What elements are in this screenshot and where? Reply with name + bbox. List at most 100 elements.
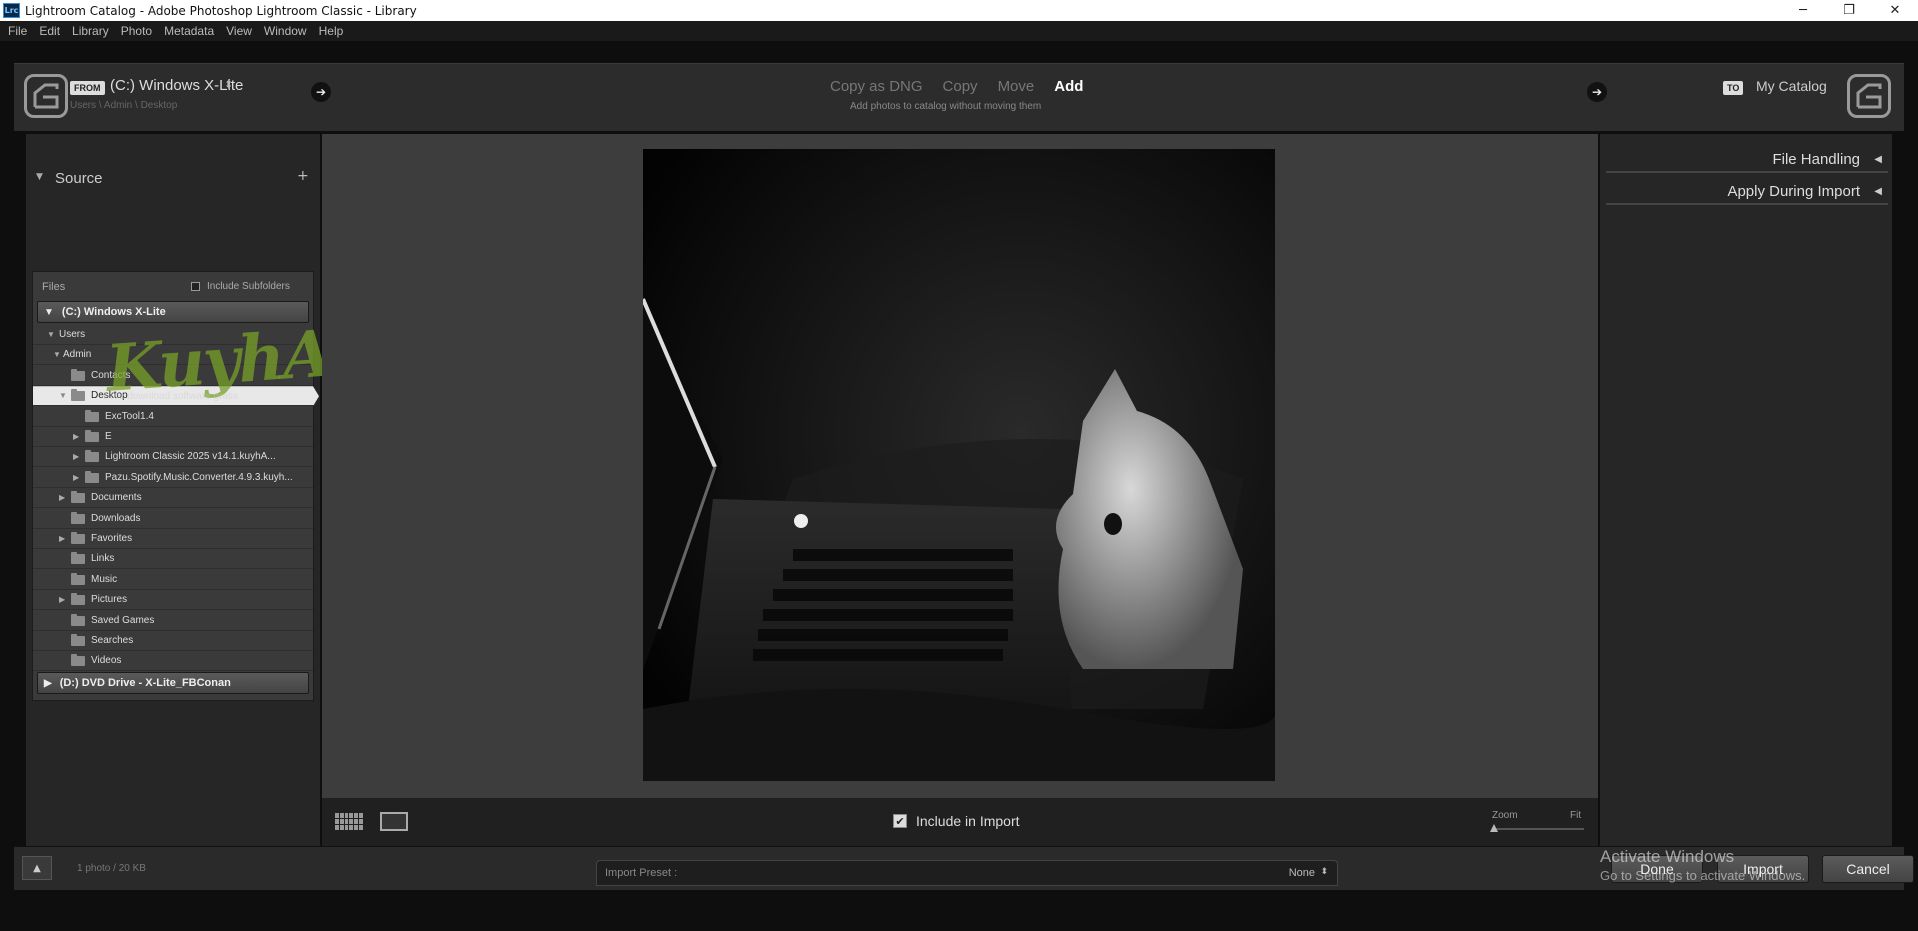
folder-tree-row[interactable]: Links [33,549,313,570]
preset-dropdown-icon[interactable]: ⬍ [1320,867,1328,877]
folder-icon [85,409,99,422]
folder-label: Links [91,553,115,565]
import-dialog: FROM (C:) Windows X-Lite ⬍ Users \ Admin… [0,41,1918,931]
folder-icon [85,430,99,442]
to-tag: TO [1723,81,1744,95]
from-tag: FROM [70,81,105,95]
folder-icon [85,450,99,463]
destination-catalog[interactable]: My Catalog [1756,78,1827,94]
folder-label: Lightroom Classic 2025 v14.1.kuyhA... [105,451,276,463]
expand-triangle-icon[interactable]: ▼ [47,330,57,339]
folder-tree-row[interactable]: Downloads [33,509,313,529]
folder-tree-row[interactable]: ▶ E [33,427,313,447]
loupe-view-icon[interactable] [380,812,408,831]
expand-left-icon: ◀ [1874,154,1882,165]
folder-tree-row[interactable]: ExcTool1.4 [33,407,313,427]
collapse-triangle-icon[interactable]: ▶ [59,595,69,604]
photo-count: 1 photo / 20 KB [77,863,146,874]
menu-photo[interactable]: Photo [121,24,152,38]
menu-window[interactable]: Window [264,24,307,38]
toggle-filmstrip-button[interactable]: ▲ [22,856,52,880]
import-preset-label: Import Preset : [605,867,678,879]
expand-triangle-icon[interactable]: ▼ [53,350,63,359]
folder-label: Admin [63,349,92,361]
app-icon: Lrc [3,3,20,18]
menu-bar: File Edit Library Photo Metadata View Wi… [0,21,1918,41]
menu-file[interactable]: File [8,24,27,38]
mode-copy[interactable]: Copy [943,78,978,95]
window-controls: ─ ❐ ✕ [1780,0,1918,21]
folder-label: Music [91,573,118,585]
menu-library[interactable]: Library [72,24,109,38]
collapse-triangle-icon[interactable]: ▶ [73,432,83,441]
zoom-label: Zoom [1492,810,1518,821]
source-dropdown-icon[interactable]: ⬍ [224,78,233,91]
lightroom-logo-icon [24,74,68,118]
close-button[interactable]: ✕ [1872,0,1918,21]
file-handling-section[interactable]: File Handling ◀ [1606,146,1888,173]
folder-label: Saved Games [91,614,155,626]
include-subfolders-checkbox[interactable] [191,282,200,291]
folder-tree-row[interactable]: Searches [33,631,313,651]
menu-help[interactable]: Help [319,24,344,38]
folder-icon [71,532,85,544]
source-arrow-icon: ➔ [311,82,331,102]
collapse-triangle-icon[interactable]: ▶ [59,493,69,502]
folder-tree-row[interactable]: ▶ Lightroom Classic 2025 v14.1.kuyhA... [33,447,313,468]
cancel-button[interactable]: Cancel [1822,855,1914,883]
folder-label: Favorites [91,533,133,544]
volume-d[interactable]: ▶ (D:) DVD Drive - X-Lite_FBConan [37,672,309,694]
folder-icon [71,654,85,667]
folder-icon [71,368,85,381]
import-footer: ▲ 1 photo / 20 KB Import Preset : None ⬍… [14,846,1914,890]
folder-icon [71,634,85,646]
folder-tree-row[interactable]: ▶ Favorites [33,529,313,549]
folder-label: Pazu.Spotify.Music.Converter.4.9.3.kuyh.… [105,471,293,483]
expand-left-icon: ◀ [1874,186,1882,197]
mode-move[interactable]: Move [998,78,1035,95]
menu-edit[interactable]: Edit [39,24,60,38]
import-preset-bar[interactable]: Import Preset : None ⬍ [596,860,1338,886]
source-panel: ▼ Source + Files Include Subfolders ▼ (C… [26,134,479,846]
maximize-button[interactable]: ❐ [1826,0,1872,21]
folder-tree-row[interactable]: ▶ Pazu.Spotify.Music.Converter.4.9.3.kuyh… [33,468,313,488]
photo-preview[interactable] [643,149,1275,781]
collapse-triangle-icon[interactable]: ▶ [73,473,83,482]
menu-view[interactable]: View [226,24,252,38]
fit-label: Fit [1570,810,1582,821]
activate-windows-title: Activate Windows [1600,847,1735,866]
zoom-slider[interactable] [1492,828,1584,830]
source-collapse-icon[interactable]: ▼ [36,172,43,182]
destination-arrow-icon: ➔ [1587,82,1607,102]
folder-icon [71,511,85,524]
folder-tree-row[interactable]: Saved Games [33,611,313,631]
collapse-triangle-icon: ▶ [44,677,52,689]
folder-label: Documents [91,492,142,504]
settings-panel: File Handling ◀ Apply During Import ◀ [1600,134,1892,846]
folder-label: Videos [91,655,122,667]
collapse-triangle-icon[interactable]: ▶ [59,534,69,543]
folder-tree-row[interactable]: Music [33,570,313,590]
folder-label: Searches [91,635,134,646]
collapse-triangle-icon[interactable]: ▶ [73,452,83,461]
import-header: FROM (C:) Windows X-Lite ⬍ Users \ Admin… [14,63,1904,131]
menu-metadata[interactable]: Metadata [164,24,214,38]
grid-view-icon[interactable] [335,813,363,830]
include-in-import-checkbox[interactable]: ✔ [893,814,907,828]
minimize-button[interactable]: ─ [1780,0,1826,21]
mode-copy-as-dng[interactable]: Copy as DNG [830,78,923,95]
folder-tree-row[interactable]: ▶ Pictures [33,590,313,611]
add-source-icon[interactable]: + [297,168,309,184]
apply-during-import-section[interactable]: Apply During Import ◀ [1606,178,1888,205]
include-subfolders-label: Include Subfolders [207,281,290,292]
expand-triangle-icon[interactable]: ▼ [59,391,69,400]
folder-label: Users [59,329,86,340]
folder-tree-row[interactable]: ▶ Documents [33,488,313,509]
folder-tree-row[interactable]: Videos [33,651,313,672]
title-bar: Lrc Lightroom Catalog - Adobe Photoshop … [0,0,1918,21]
window-title: Lightroom Catalog - Adobe Photoshop Ligh… [25,3,417,18]
files-label: Files [42,281,66,293]
mode-add[interactable]: Add [1054,78,1083,95]
import-preset-value[interactable]: None [1289,867,1315,879]
folder-label: E [105,431,112,442]
